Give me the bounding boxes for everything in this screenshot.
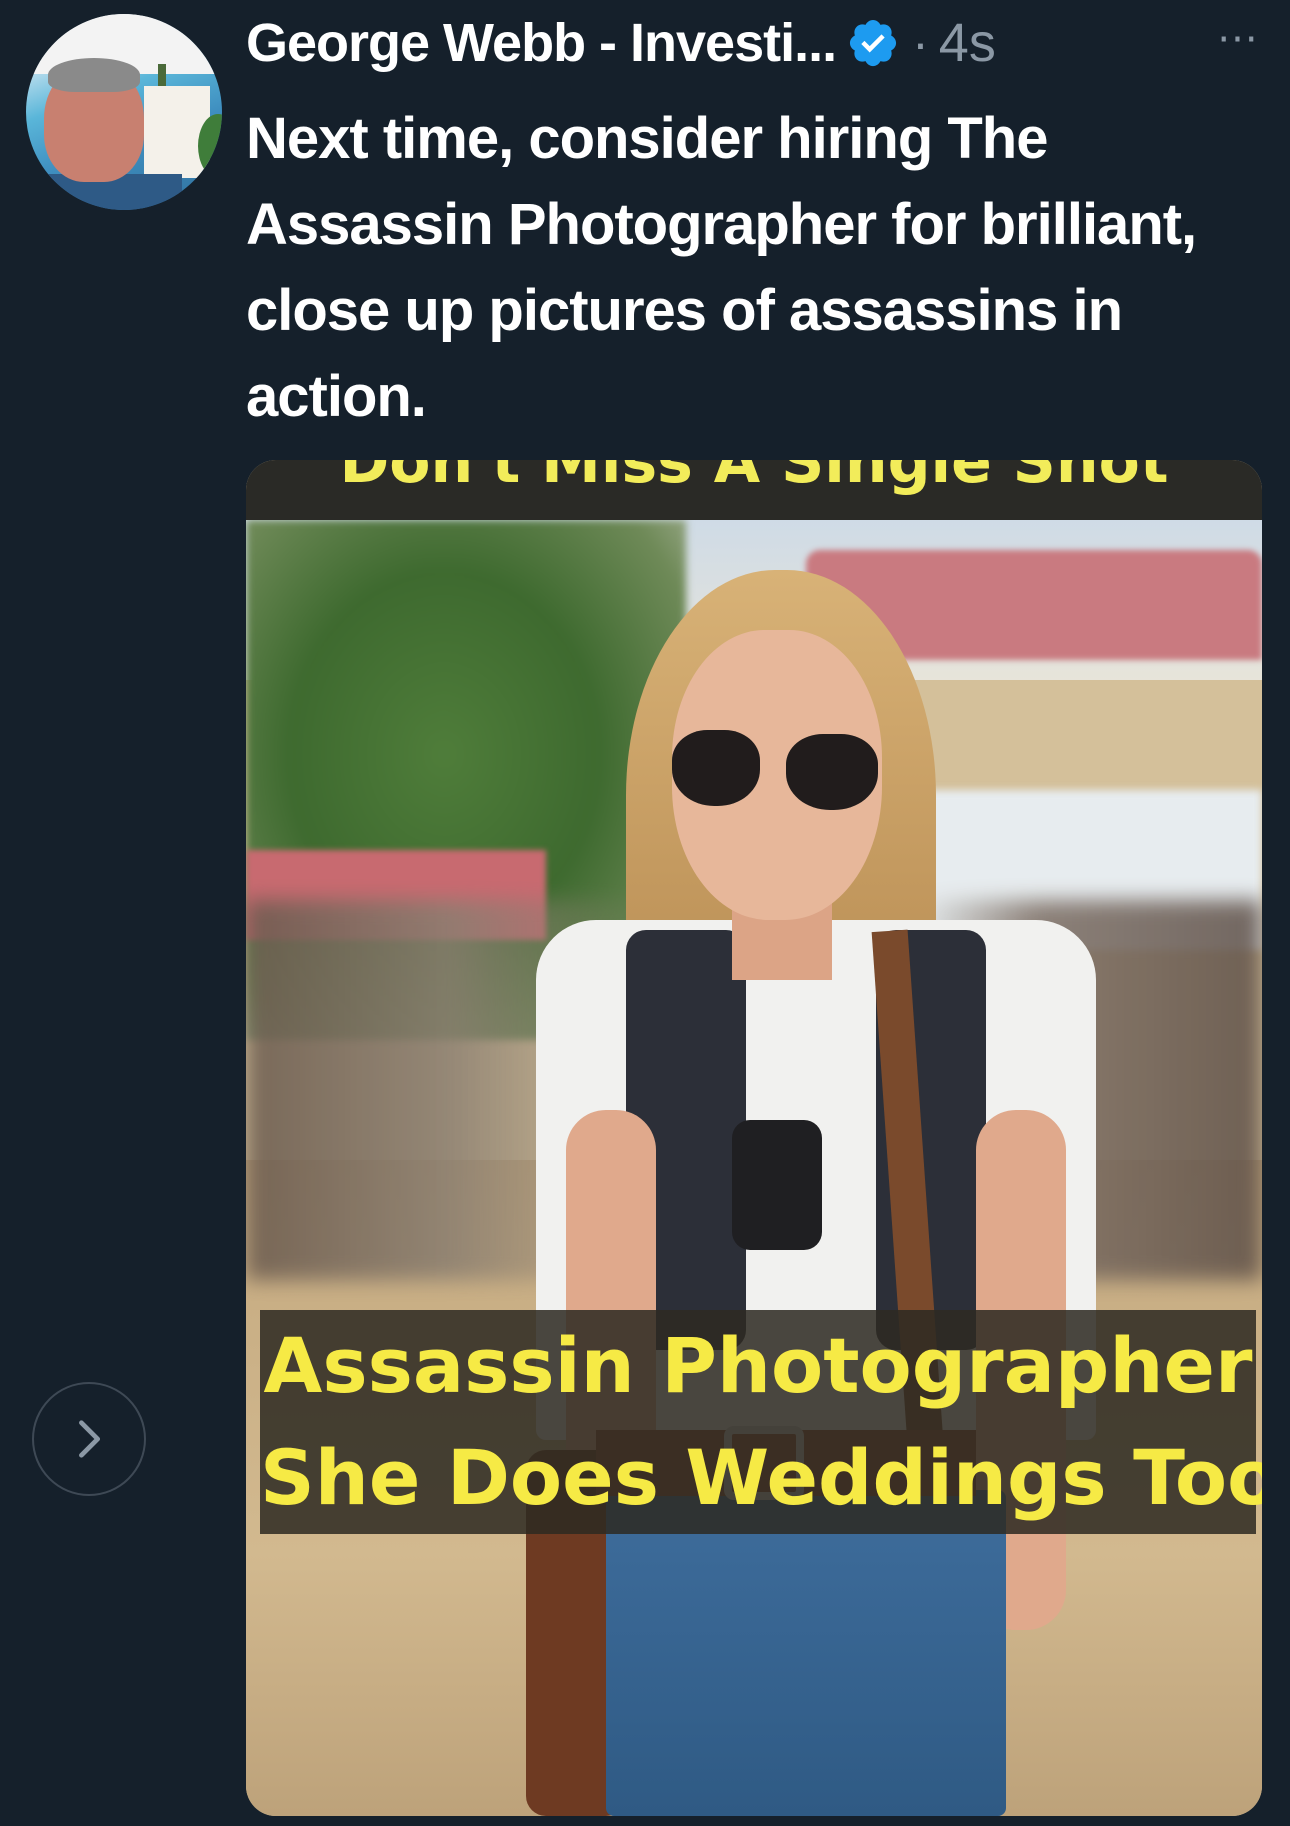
- more-options-button[interactable]: ···: [1212, 14, 1264, 66]
- separator-dot: ·: [912, 15, 929, 71]
- chevron-right-icon: [79, 1420, 101, 1458]
- author-name[interactable]: George Webb - Investi...: [246, 12, 837, 74]
- timestamp[interactable]: 4s: [939, 12, 996, 74]
- tweet-text: Next time, consider hiring The Assassin …: [246, 106, 1197, 429]
- photo-subject: [376, 550, 1176, 1816]
- next-button[interactable]: [32, 1382, 146, 1496]
- avatar[interactable]: [26, 14, 222, 210]
- image-top-caption: Don't Miss A Single Shot: [246, 460, 1262, 520]
- image-caption: Assassin Photographer She Does Weddings …: [260, 1310, 1262, 1534]
- tweet-header: George Webb - Investi... · 4s: [246, 8, 996, 78]
- tweet-media-image[interactable]: Don't Miss A Single Shot Assassin Photog…: [246, 460, 1262, 1816]
- more-horizontal-icon: ···: [1217, 17, 1259, 63]
- image-caption-line1: Assassin Photographer: [263, 1321, 1253, 1410]
- verified-badge-icon: [850, 19, 897, 67]
- image-caption-line2: She Does Weddings Too: [260, 1433, 1262, 1522]
- image-top-caption-text: Don't Miss A Single Shot: [339, 460, 1169, 497]
